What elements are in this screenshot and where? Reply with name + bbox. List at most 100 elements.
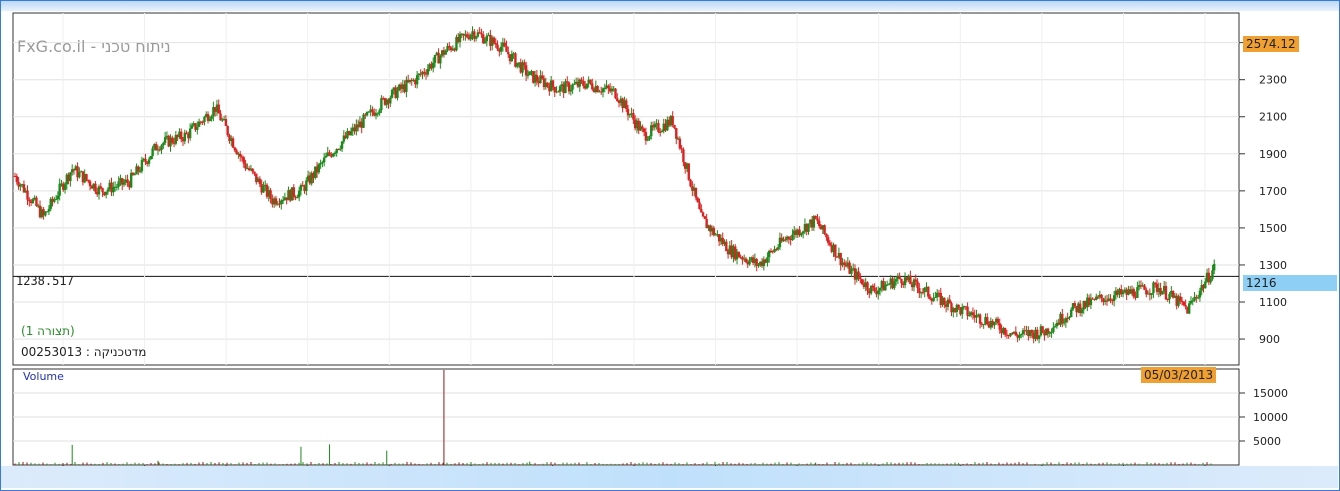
candle-body <box>262 185 265 193</box>
horizontal-line-label: 1238.517 <box>16 274 74 288</box>
candle-body <box>203 117 206 123</box>
candle-body <box>147 159 151 164</box>
candle-body <box>106 189 110 192</box>
candle-body <box>1152 282 1155 294</box>
candle-body <box>943 297 946 305</box>
candle-body <box>54 199 58 201</box>
candle-body <box>546 82 549 86</box>
candle-body <box>163 137 167 143</box>
candle-body <box>914 279 917 282</box>
candle-body <box>1080 309 1084 314</box>
candle-body <box>133 174 136 176</box>
candle-body <box>496 44 499 50</box>
candle-body <box>478 32 481 34</box>
candle-body <box>996 318 1000 324</box>
candle-body <box>1211 270 1214 280</box>
candle-body <box>894 279 898 282</box>
candle-body <box>573 83 576 85</box>
candle-body <box>1018 334 1021 338</box>
candle-body <box>680 148 683 150</box>
candle-body <box>694 187 698 198</box>
candle-body <box>322 157 326 163</box>
candle-body <box>1019 334 1023 336</box>
candle-body <box>297 190 301 198</box>
candle-body <box>648 136 651 140</box>
candle-body <box>219 113 222 121</box>
candle-body <box>909 275 912 285</box>
candle-body <box>324 156 328 158</box>
candle-body <box>474 36 478 39</box>
chart-svg[interactable]: 90011001300150017001900210023002500אוק(2… <box>1 1 1339 490</box>
candle-body <box>333 152 337 154</box>
candle-body <box>859 277 862 280</box>
candle-body <box>371 109 374 113</box>
candle-body <box>339 148 342 150</box>
candle-body <box>1198 290 1202 298</box>
candle-body <box>660 131 664 133</box>
candle-body <box>1187 303 1191 314</box>
candle-body <box>426 68 430 75</box>
candle-body <box>971 312 975 315</box>
candle-body <box>828 242 832 246</box>
price-tick-label: 1500 <box>1259 222 1287 235</box>
candle-body <box>1150 293 1153 295</box>
candle-body <box>162 142 165 146</box>
candle-body <box>224 119 228 126</box>
candle-body <box>1196 297 1200 299</box>
candle-body <box>526 75 530 77</box>
candle-body <box>641 126 644 129</box>
candle-body <box>1209 279 1212 283</box>
candle-body <box>137 166 140 172</box>
candle-body <box>101 188 104 193</box>
volume-panel-title: Volume <box>23 370 64 383</box>
price-tick-label: 1300 <box>1259 259 1287 272</box>
candle-body <box>921 292 925 294</box>
candle-body <box>516 62 519 67</box>
candle-body <box>331 153 335 157</box>
candle-body <box>934 296 937 298</box>
candle-body <box>968 315 971 317</box>
candle-body <box>541 75 544 79</box>
candle-body <box>507 51 510 55</box>
price-tick-label: 1100 <box>1259 296 1287 309</box>
ticker-label: מדטכניקה : 00253013 <box>21 345 147 359</box>
candle-body <box>305 180 308 192</box>
last-price-badge: 2574.12 <box>1243 36 1299 52</box>
candle-body <box>1154 282 1157 284</box>
candle-body <box>190 125 194 129</box>
candle-body <box>258 178 262 184</box>
candle-body <box>816 218 819 221</box>
candle-body <box>480 33 483 35</box>
chart-frame: 90011001300150017001900210023002500אוק(2… <box>0 0 1340 491</box>
candle-body <box>591 83 594 90</box>
candle-body <box>180 131 183 140</box>
candle-body <box>151 148 154 156</box>
candle-body <box>632 113 635 120</box>
candle-body <box>242 157 245 164</box>
candle-body <box>843 262 846 266</box>
candle-body <box>269 190 272 199</box>
horizontal-line-badge: 1216 <box>1243 275 1337 291</box>
candle-body <box>233 147 237 151</box>
candle-body <box>818 220 821 227</box>
candle-body <box>1166 299 1169 301</box>
candle-body <box>571 84 574 90</box>
candle-body <box>1136 287 1139 298</box>
candle-body <box>99 186 102 189</box>
candle-body <box>932 297 935 302</box>
candle-body <box>183 132 186 142</box>
candle-body <box>682 149 685 163</box>
candle-body <box>210 116 213 120</box>
candle-body <box>378 110 381 114</box>
candle-body <box>873 287 876 292</box>
candle-body <box>1182 301 1186 306</box>
candle-body <box>238 153 242 157</box>
candle-body <box>628 114 631 116</box>
candle-body <box>140 160 144 172</box>
candle-body <box>689 179 692 187</box>
candle-body <box>834 244 837 257</box>
candle-body <box>564 81 567 94</box>
candle-body <box>1109 298 1112 301</box>
candle-body <box>87 179 90 182</box>
candle-body <box>1037 335 1041 339</box>
